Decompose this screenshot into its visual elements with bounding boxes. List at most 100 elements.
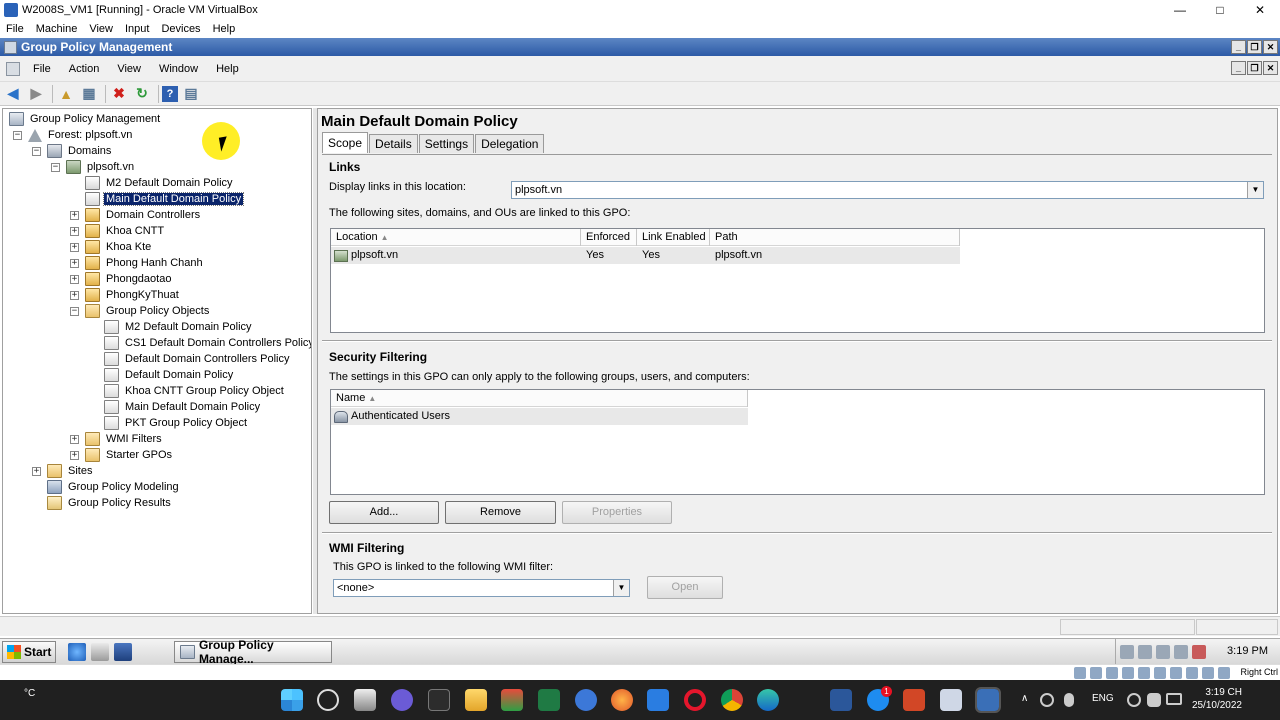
links-list[interactable]: Location ▲ Enforced Link Enabled Path pl… [330,228,1265,333]
firefox-icon[interactable] [611,689,633,711]
tab-delegation[interactable]: Delegation [475,134,545,153]
network-icon[interactable] [1120,645,1134,659]
internet-explorer-icon[interactable] [68,642,86,661]
globe-icon[interactable] [1127,693,1141,707]
tree-node[interactable]: Group Policy Objects [85,303,211,319]
taskbar-item-group-policy-management[interactable]: Group Policy Manage... [174,638,332,666]
refresh-icon[interactable]: ↻ [132,84,152,104]
tab-scope[interactable]: Scope [322,132,369,153]
vb-menu-machine[interactable]: Machine [30,23,84,35]
column-location[interactable]: Location ▲ [331,229,581,246]
input-language[interactable]: ENG [1092,693,1114,704]
virtualbox-vm-icon[interactable] [975,687,1001,713]
column-path[interactable]: Path [710,229,960,246]
security-icon[interactable] [1138,645,1152,659]
shared-folders-icon[interactable] [1154,667,1166,679]
tree-node[interactable]: Main Default Domain Policy [85,191,245,207]
tree-node[interactable]: CS1 Default Domain Controllers Policy [104,335,311,351]
tree-node[interactable]: WMI Filters [85,431,164,447]
tree-node[interactable]: Group Policy Results [47,495,173,511]
server-manager-icon[interactable] [91,642,109,661]
tree-expander[interactable]: + [70,259,79,268]
tree-expander[interactable]: + [70,243,79,252]
calculator-icon[interactable] [428,689,450,711]
column-link-enabled[interactable]: Link Enabled [637,229,710,246]
vb-menu-devices[interactable]: Devices [155,23,206,35]
tree-node[interactable]: plpsoft.vn [66,159,136,175]
volume-muted-icon[interactable] [1192,645,1206,659]
tree-node[interactable]: Phongdaotao [85,271,173,287]
mdi-restore-button[interactable]: ❐ [1247,61,1262,75]
add-button[interactable]: Add... [329,501,439,524]
app-icon[interactable] [501,689,523,711]
recording-icon[interactable] [1186,667,1198,679]
document-icon[interactable] [6,61,20,76]
battery-icon[interactable] [1166,693,1182,705]
opera-icon[interactable] [684,689,706,711]
tree-expander[interactable]: + [70,291,79,300]
wmi-filter-combo[interactable]: <none> ▼ [333,579,630,597]
remove-button[interactable]: Remove [445,501,556,524]
host-clock[interactable]: 3:19 CH 25/10/2022 [1192,686,1242,712]
open-button[interactable]: Open [647,576,723,599]
properties-button[interactable]: Properties [562,501,672,524]
excel-icon[interactable] [538,689,560,711]
mouse-integration-icon[interactable] [1218,667,1230,679]
command-prompt-icon[interactable] [114,642,132,661]
messaging-icon[interactable] [647,689,669,711]
virtualization-icon[interactable] [1202,667,1214,679]
tree-node[interactable]: M2 Default Domain Policy [85,175,235,191]
tree-expander[interactable]: + [70,275,79,284]
chevron-down-icon[interactable]: ▼ [1247,182,1263,198]
tree-node[interactable]: PKT Group Policy Object [104,415,249,431]
delete-icon[interactable]: ✖ [109,84,129,104]
menu-view[interactable]: View [108,63,150,75]
weather-widget[interactable]: °C [24,688,35,699]
console-tree[interactable]: Group Policy Management − Forest: plpsoft.… [2,108,312,614]
tree-expander[interactable]: + [70,451,79,460]
word-icon[interactable] [830,689,852,711]
sync-icon[interactable] [1040,693,1054,707]
powerpoint-icon[interactable] [903,689,925,711]
tree-expander[interactable]: − [70,307,79,316]
tree-node[interactable]: Forest: plpsoft.vn [28,127,134,143]
table-row[interactable]: plpsoft.vn Yes Yes plpsoft.vn [331,247,960,264]
help-icon[interactable]: ? [162,85,178,102]
show-hidden-icons-chevron[interactable]: ∧ [1021,693,1028,704]
vb-menu-file[interactable]: File [0,23,30,35]
search-icon[interactable] [317,689,339,711]
vb-menu-input[interactable]: Input [119,23,155,35]
tree-expander[interactable]: + [70,227,79,236]
menu-help[interactable]: Help [207,63,248,75]
host-maximize-button[interactable]: □ [1200,0,1240,20]
display-icon[interactable] [1156,645,1170,659]
chrome-icon[interactable] [721,689,743,711]
usb-icon[interactable] [1138,667,1150,679]
display-status-icon[interactable] [1170,667,1182,679]
tree-node[interactable]: PhongKyThuat [85,287,181,303]
chevron-down-icon[interactable]: ▼ [613,580,629,596]
tree-node[interactable]: M2 Default Domain Policy [104,319,254,335]
properties-icon[interactable]: ▤ [181,84,201,104]
network-status-icon[interactable] [1122,667,1134,679]
host-minimize-button[interactable]: — [1160,0,1200,20]
column-name[interactable]: Name ▲ [331,390,748,407]
tree-node[interactable]: Domains [47,143,113,159]
tab-details[interactable]: Details [369,134,418,153]
tree-expander[interactable]: + [70,211,79,220]
optical-drive-icon[interactable] [1090,667,1102,679]
start-button[interactable]: Start [2,640,56,663]
gpm-restore-button[interactable]: ❐ [1247,40,1262,54]
menu-file[interactable]: File [24,63,60,75]
vb-menu-view[interactable]: View [83,23,119,35]
speaker-icon[interactable] [1147,693,1161,707]
edge-icon[interactable] [757,689,779,711]
menu-window[interactable]: Window [150,63,207,75]
gpm-minimize-button[interactable]: _ [1231,40,1246,54]
menu-action[interactable]: Action [60,63,109,75]
gpm-close-button[interactable]: ✕ [1263,40,1278,54]
tree-node[interactable]: Domain Controllers [85,207,202,223]
table-row[interactable]: Authenticated Users [331,408,748,425]
security-list[interactable]: Name ▲ Authenticated Users [330,389,1265,495]
hard-disk-icon[interactable] [1074,667,1086,679]
